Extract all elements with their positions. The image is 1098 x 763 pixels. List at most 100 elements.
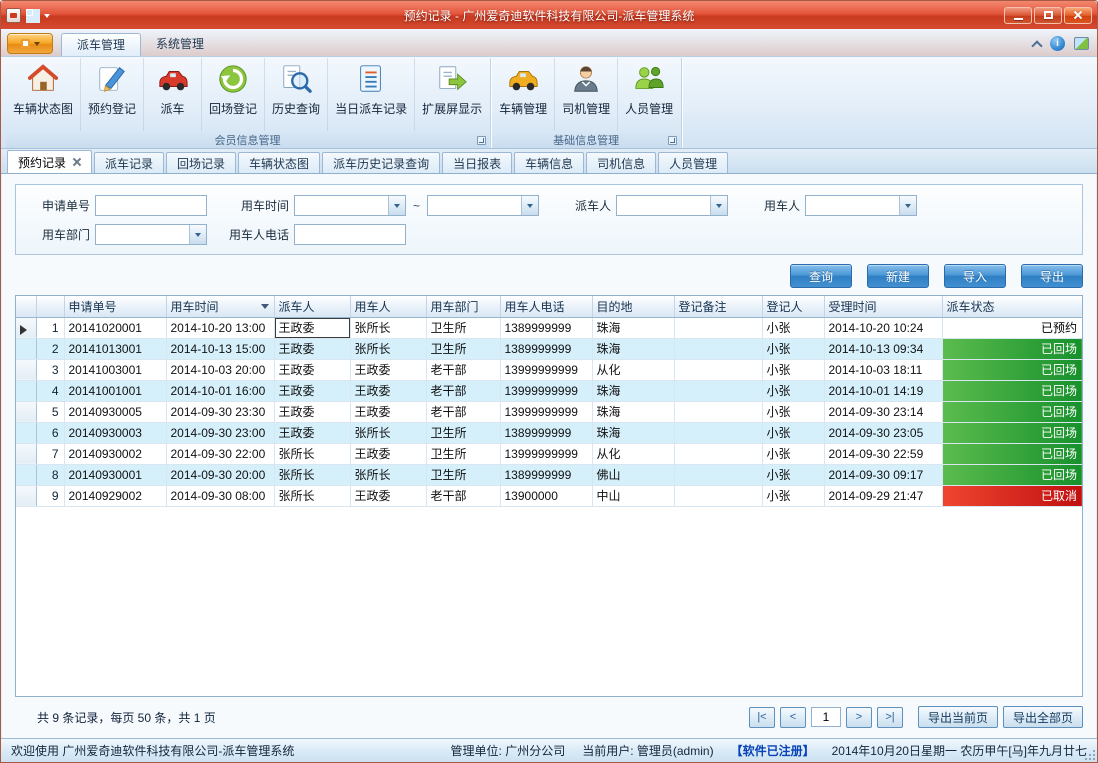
daily-dispatch-records-button[interactable]: 当日派车记录 [328,58,415,131]
last-page-button[interactable]: >| [877,707,903,728]
column-header-dispatcher[interactable]: 派车人 [274,296,350,317]
import-button[interactable]: 导入 [944,264,1006,288]
table-row[interactable]: 3201410030012014-10-03 20:00王政委王政委老干部139… [16,359,1082,380]
next-page-button[interactable]: > [846,707,872,728]
skin-gallery-icon[interactable] [1074,37,1089,50]
table-row[interactable]: 1201410200012014-10-20 13:00王政委张所长卫生所138… [16,317,1082,338]
column-header-status[interactable]: 派车状态 [942,296,1082,317]
cell-phone: 13999999999 [500,359,592,380]
help-info-icon[interactable] [1050,36,1065,51]
column-header-remark[interactable]: 登记备注 [674,296,762,317]
chevron-down-icon[interactable] [189,225,206,244]
ribbon-tab-dispatch-management[interactable]: 派车管理 [61,33,141,56]
order-no-input[interactable] [95,195,207,216]
column-header-destination[interactable]: 目的地 [592,296,674,317]
doc-tab-vehicle-info[interactable]: 车辆信息 [514,152,584,173]
status-cell: 已回场 [942,464,1082,485]
doc-tab-driver-info[interactable]: 司机信息 [586,152,656,173]
reservation-register-button[interactable]: 预约登记 [81,58,144,131]
table-row[interactable]: 7201409300022014-09-30 22:00张所长王政委卫生所139… [16,443,1082,464]
table-row[interactable]: 6201409300032014-09-30 23:00王政委张所长卫生所138… [16,422,1082,443]
passenger-combo[interactable] [805,195,917,216]
doc-tab-reservation-records[interactable]: 预约记录 [7,150,92,173]
doc-tab-dispatch-records[interactable]: 派车记录 [94,152,164,173]
column-header-use-time[interactable]: 用车时间 [166,296,274,317]
records-grid[interactable]: 申请单号用车时间派车人用车人用车部门用车人电话目的地登记备注 登记人受理时间派车状… [15,295,1083,697]
app-menu-button[interactable] [7,33,53,54]
cell-order-no: 20141020001 [64,317,166,338]
doc-tab-personnel-management-tab[interactable]: 人员管理 [658,152,728,173]
chevron-down-icon[interactable] [388,196,405,215]
vehicle-management-button[interactable]: 车辆管理 [492,58,555,131]
table-row[interactable]: 4201410010012014-10-01 16:00王政委王政委老干部139… [16,380,1082,401]
doc-tab-vehicle-status-map[interactable]: 车辆状态图 [238,152,320,173]
close-button[interactable] [1064,7,1092,24]
column-header-accept-time[interactable]: 受理时间 [824,296,942,317]
cell-accept-time: 2014-09-30 23:14 [824,401,942,422]
chevron-down-icon[interactable] [521,196,538,215]
table-row[interactable]: 8201409300012014-09-30 20:00张所长张所长卫生所138… [16,464,1082,485]
column-header-registrar[interactable]: 登记人 [762,296,824,317]
cell-registrar: 小张 [762,401,824,422]
history-query-button[interactable]: 历史查询 [265,58,328,131]
doc-tab-daily-report[interactable]: 当日报表 [442,152,512,173]
doc-tab-label: 当日报表 [453,155,501,172]
chevron-down-icon[interactable] [710,196,727,215]
use-time-from-combo[interactable] [294,195,406,216]
driver-management-button[interactable]: 司机管理 [555,58,618,131]
sort-descending-icon [261,304,269,313]
daily-records-icon [354,62,388,96]
department-combo[interactable] [95,224,207,245]
layout-grid-icon[interactable] [26,9,39,22]
doc-tab-return-records[interactable]: 回场记录 [166,152,236,173]
action-button-row: 查询 新建 导入 导出 [15,264,1083,288]
registered-link[interactable]: 【软件已注册】 [731,742,815,759]
chevron-down-icon[interactable] [899,196,916,215]
dialog-launcher-icon[interactable] [668,136,677,145]
page-number-input[interactable]: 1 [811,707,841,727]
row-number: 6 [36,422,64,443]
column-header-phone[interactable]: 用车人电话 [500,296,592,317]
filter-panel: 申请单号 用车时间 ~ 派车人 用车人 [15,184,1083,255]
close-tab-icon[interactable] [73,158,81,166]
dispatch-vehicle-label: 派车 [161,100,185,117]
minimize-button[interactable] [1004,7,1032,24]
ribbon-tab-system-management[interactable]: 系统管理 [141,33,219,56]
column-header-department[interactable]: 用车部门 [426,296,500,317]
table-row[interactable]: 9201409290022014-09-30 08:00张所长王政委老干部139… [16,485,1082,506]
row-indicator [16,401,36,422]
reservation-icon [95,62,129,96]
cell-use-time: 2014-10-03 20:00 [166,359,274,380]
export-button[interactable]: 导出 [1021,264,1083,288]
use-time-to-combo[interactable] [427,195,539,216]
table-row[interactable]: 5201409300052014-09-30 23:30王政委王政委老干部139… [16,401,1082,422]
prev-page-button[interactable]: < [780,707,806,728]
export-all-pages-button[interactable]: 导出全部页 [1003,706,1083,728]
doc-tab-dispatch-history-query[interactable]: 派车历史记录查询 [322,152,440,173]
maximize-button[interactable] [1034,7,1062,24]
dispatcher-combo[interactable] [616,195,728,216]
query-button[interactable]: 查询 [790,264,852,288]
table-row[interactable]: 2201410130012014-10-13 15:00王政委张所长卫生所138… [16,338,1082,359]
personnel-management-button[interactable]: 人员管理 [618,58,680,131]
new-button[interactable]: 新建 [867,264,929,288]
collapse-ribbon-icon[interactable] [1031,40,1042,51]
resize-grip[interactable] [1083,748,1095,760]
vehicle-status-map-button[interactable]: 车辆状态图 [6,58,81,131]
title-bar[interactable]: 预约记录 - 广州爱奇迪软件科技有限公司-派车管理系统 [1,1,1097,29]
dispatch-vehicle-button[interactable]: 派车 [144,58,202,131]
return-register-button[interactable]: 回场登记 [202,58,265,131]
cell-order-no: 20140930001 [64,464,166,485]
column-header-passenger[interactable]: 用车人 [350,296,426,317]
export-current-page-button[interactable]: 导出当前页 [918,706,998,728]
cell-passenger: 王政委 [350,401,426,422]
first-page-button[interactable]: |< [749,707,775,728]
cell-remark [674,359,762,380]
dialog-launcher-icon[interactable] [477,136,486,145]
extend-screen-display-button[interactable]: 扩展屏显示 [415,58,489,131]
cell-department: 老干部 [426,401,500,422]
column-header-label: 登记备注 [679,300,727,314]
quick-access-dropdown-icon[interactable] [44,14,50,21]
column-header-order-no[interactable]: 申请单号 [64,296,166,317]
phone-input[interactable] [294,224,406,245]
